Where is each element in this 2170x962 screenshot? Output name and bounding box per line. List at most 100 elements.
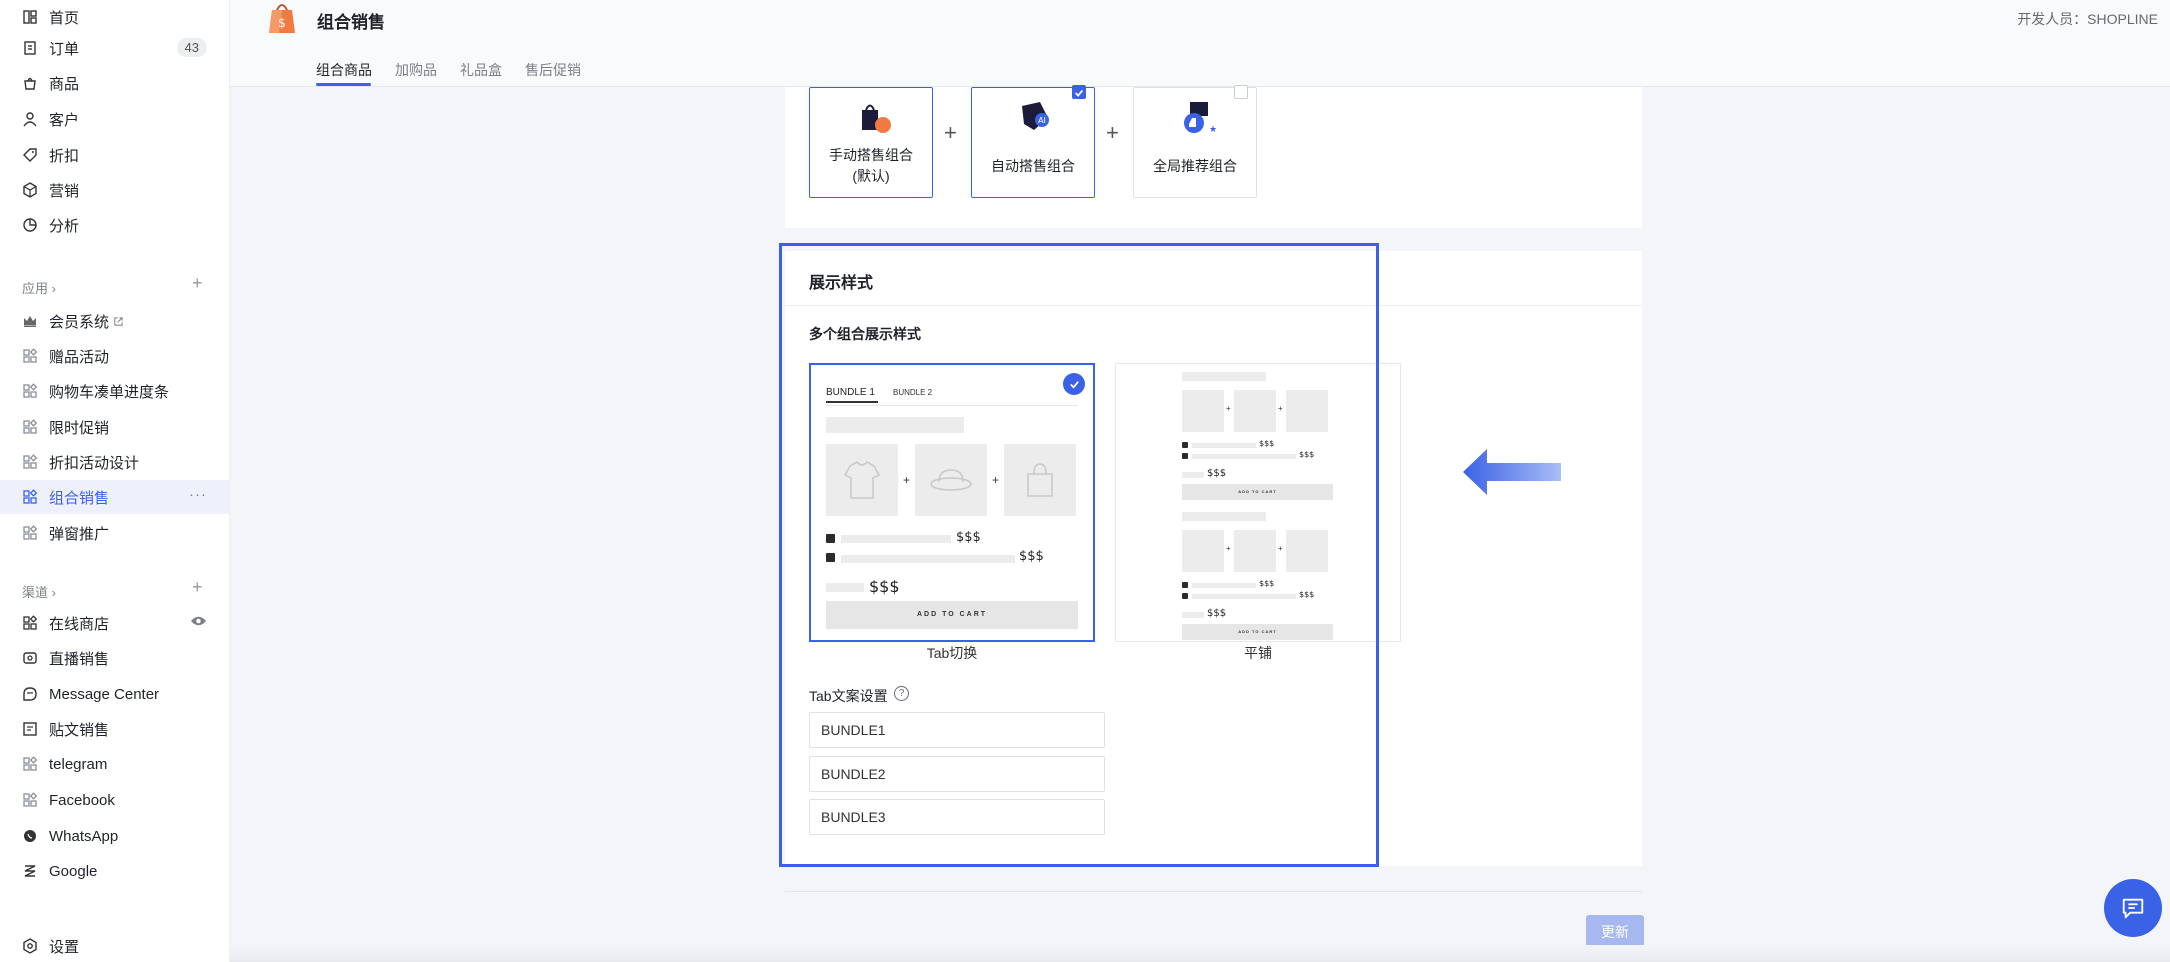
footer-divider [785,891,1642,892]
combo-manual[interactable]: 手动搭售组合 (默认) [809,87,933,198]
combo-label: 全局推荐组合 [1153,158,1237,174]
chat-button[interactable] [2104,879,2162,937]
sidebar-item-apps-6[interactable]: 弹窗推广 [0,516,229,550]
add-channel-icon[interactable]: + [192,577,203,598]
app-grid-icon [22,454,38,470]
bottom-shadow [230,945,2170,962]
order-icon [22,40,38,56]
message-icon [22,686,38,702]
highlight-frame [779,243,1379,867]
sidebar-item-channels-2[interactable]: Message Center [0,677,229,711]
sidebar-item-label: telegram [49,755,108,773]
sidebar-item-label: 折扣活动设计 [49,454,140,472]
app-title: 组合销售 [317,13,385,32]
sidebar-item-label: 会员系统 [49,313,110,331]
combo-auto-checkbox[interactable] [1072,85,1086,99]
app-grid-icon [22,383,38,399]
combo-auto[interactable]: AI 自动搭售组合 [971,87,1095,198]
sidebar-item-label: 弹窗推广 [49,525,110,543]
live-icon [22,650,38,666]
store-icon [22,615,38,631]
tab-addon[interactable]: 加购品 [395,60,437,80]
sidebar-item-label: 折扣 [49,147,80,165]
combo-global-checkbox[interactable] [1234,85,1248,99]
more-options-icon[interactable]: ··· [189,486,207,503]
sidebar-item-apps-1[interactable]: 赠品活动 [0,339,229,373]
sidebar-item-main-3[interactable]: 客户 [0,102,229,136]
home-icon [22,9,38,25]
combo-global[interactable]: ★ 全局推荐组合 [1133,87,1257,198]
sidebar-item-channels-6[interactable]: WhatsApp [0,819,229,853]
apps-section-label[interactable]: 应用 › [22,278,56,297]
app-grid-icon [22,525,38,541]
channels-section-label[interactable]: 渠道 › [22,582,56,601]
sidebar-item-apps-2[interactable]: 购物车凑单进度条 [0,374,229,408]
app-grid-icon [22,419,38,435]
external-link-icon [113,316,124,327]
google-icon [22,863,38,879]
eye-icon[interactable] [190,615,207,627]
chat-icon [2122,898,2144,919]
ai-tag-icon: AI [1022,102,1049,130]
arrow-left-icon [1463,449,1561,495]
analytics-icon [22,217,38,233]
sidebar-item-label: 直播销售 [49,650,110,668]
sidebar-item-apps-0[interactable]: 会员系统 [0,304,229,338]
add-app-icon[interactable]: + [192,273,203,294]
svg-text:★: ★ [1209,125,1217,135]
sidebar-item-label: 贴文销售 [49,721,110,739]
sidebar-item-label: 在线商店 [49,615,110,633]
sidebar-item-label: Facebook [49,791,115,809]
sidebar-item-channels-7[interactable]: Google [0,854,229,888]
sidebar-item-label: 购物车凑单进度条 [49,383,170,401]
sidebar-item-label: 首页 [49,9,80,27]
sidebar-item-label: 限时促销 [49,419,110,437]
settings-icon [22,938,38,954]
sidebar-item-label: 分析 [49,217,80,235]
sidebar-item-channels-3[interactable]: 贴文销售 [0,712,229,746]
app-header: $ 组合销售 开发人员：SHOPLINE 组合商品 加购品 礼品盒 售后促销 [230,0,2170,87]
sidebar-item-label: 商品 [49,75,80,93]
app-grid-icon [22,489,38,505]
app-grid-icon [22,792,38,808]
customer-icon [22,111,38,127]
order-count-badge: 43 [176,38,207,57]
developer-label: 开发人员：SHOPLINE [2017,11,2158,27]
sidebar-item-channels-4[interactable]: telegram [0,747,229,781]
app-logo-icon: $ [268,0,296,34]
sidebar-item-label: 营销 [49,182,80,200]
sidebar-item-main-6[interactable]: 分析 [0,208,229,242]
tab-after-sale[interactable]: 售后促销 [525,60,581,80]
sidebar-item-main-2[interactable]: 商品 [0,66,229,100]
sidebar-item-label: 订单 [49,40,80,58]
svg-text:$: $ [278,16,286,30]
sidebar-item-settings[interactable]: 设置 [0,929,229,962]
tab-gift-box[interactable]: 礼品盒 [460,60,502,80]
product-icon [22,75,38,91]
combo-plus: + [944,120,957,145]
crown-icon [22,313,38,329]
sidebar-item-apps-5[interactable]: 组合销售 ··· [0,480,229,514]
sidebar-item-channels-5[interactable]: Facebook [0,783,229,817]
sidebar-item-main-1[interactable]: 订单 43 [0,31,229,65]
whatsapp-icon [22,828,38,844]
sidebar-item-label: Google [49,862,98,880]
sidebar-item-apps-3[interactable]: 限时促销 [0,410,229,444]
sidebar: 首页订单 43 商品客户折扣营销分析 应用 › + 会员系统赠品活动购物车凑单进度条… [0,0,230,962]
sidebar-item-channels-0[interactable]: 在线商店 [0,606,229,640]
sidebar-item-label: WhatsApp [49,827,119,845]
sidebar-item-label: 组合销售 [49,489,110,507]
app-grid-icon [22,348,38,364]
combo-plus: + [1106,120,1119,145]
sidebar-item-channels-1[interactable]: 直播销售 [0,641,229,675]
sidebar-item-main-0[interactable]: 首页 [0,0,229,34]
combo-label: 自动搭售组合 [991,158,1075,174]
discount-icon [22,147,38,163]
app-grid-icon [22,756,38,772]
tab-bundles[interactable]: 组合商品 [316,60,372,80]
sidebar-item-apps-4[interactable]: 折扣活动设计 [0,445,229,479]
sidebar-item-label: Message Center [49,685,160,703]
sidebar-item-main-5[interactable]: 营销 [0,173,229,207]
shopping-bag-icon [862,104,891,133]
sidebar-item-main-4[interactable]: 折扣 [0,138,229,172]
